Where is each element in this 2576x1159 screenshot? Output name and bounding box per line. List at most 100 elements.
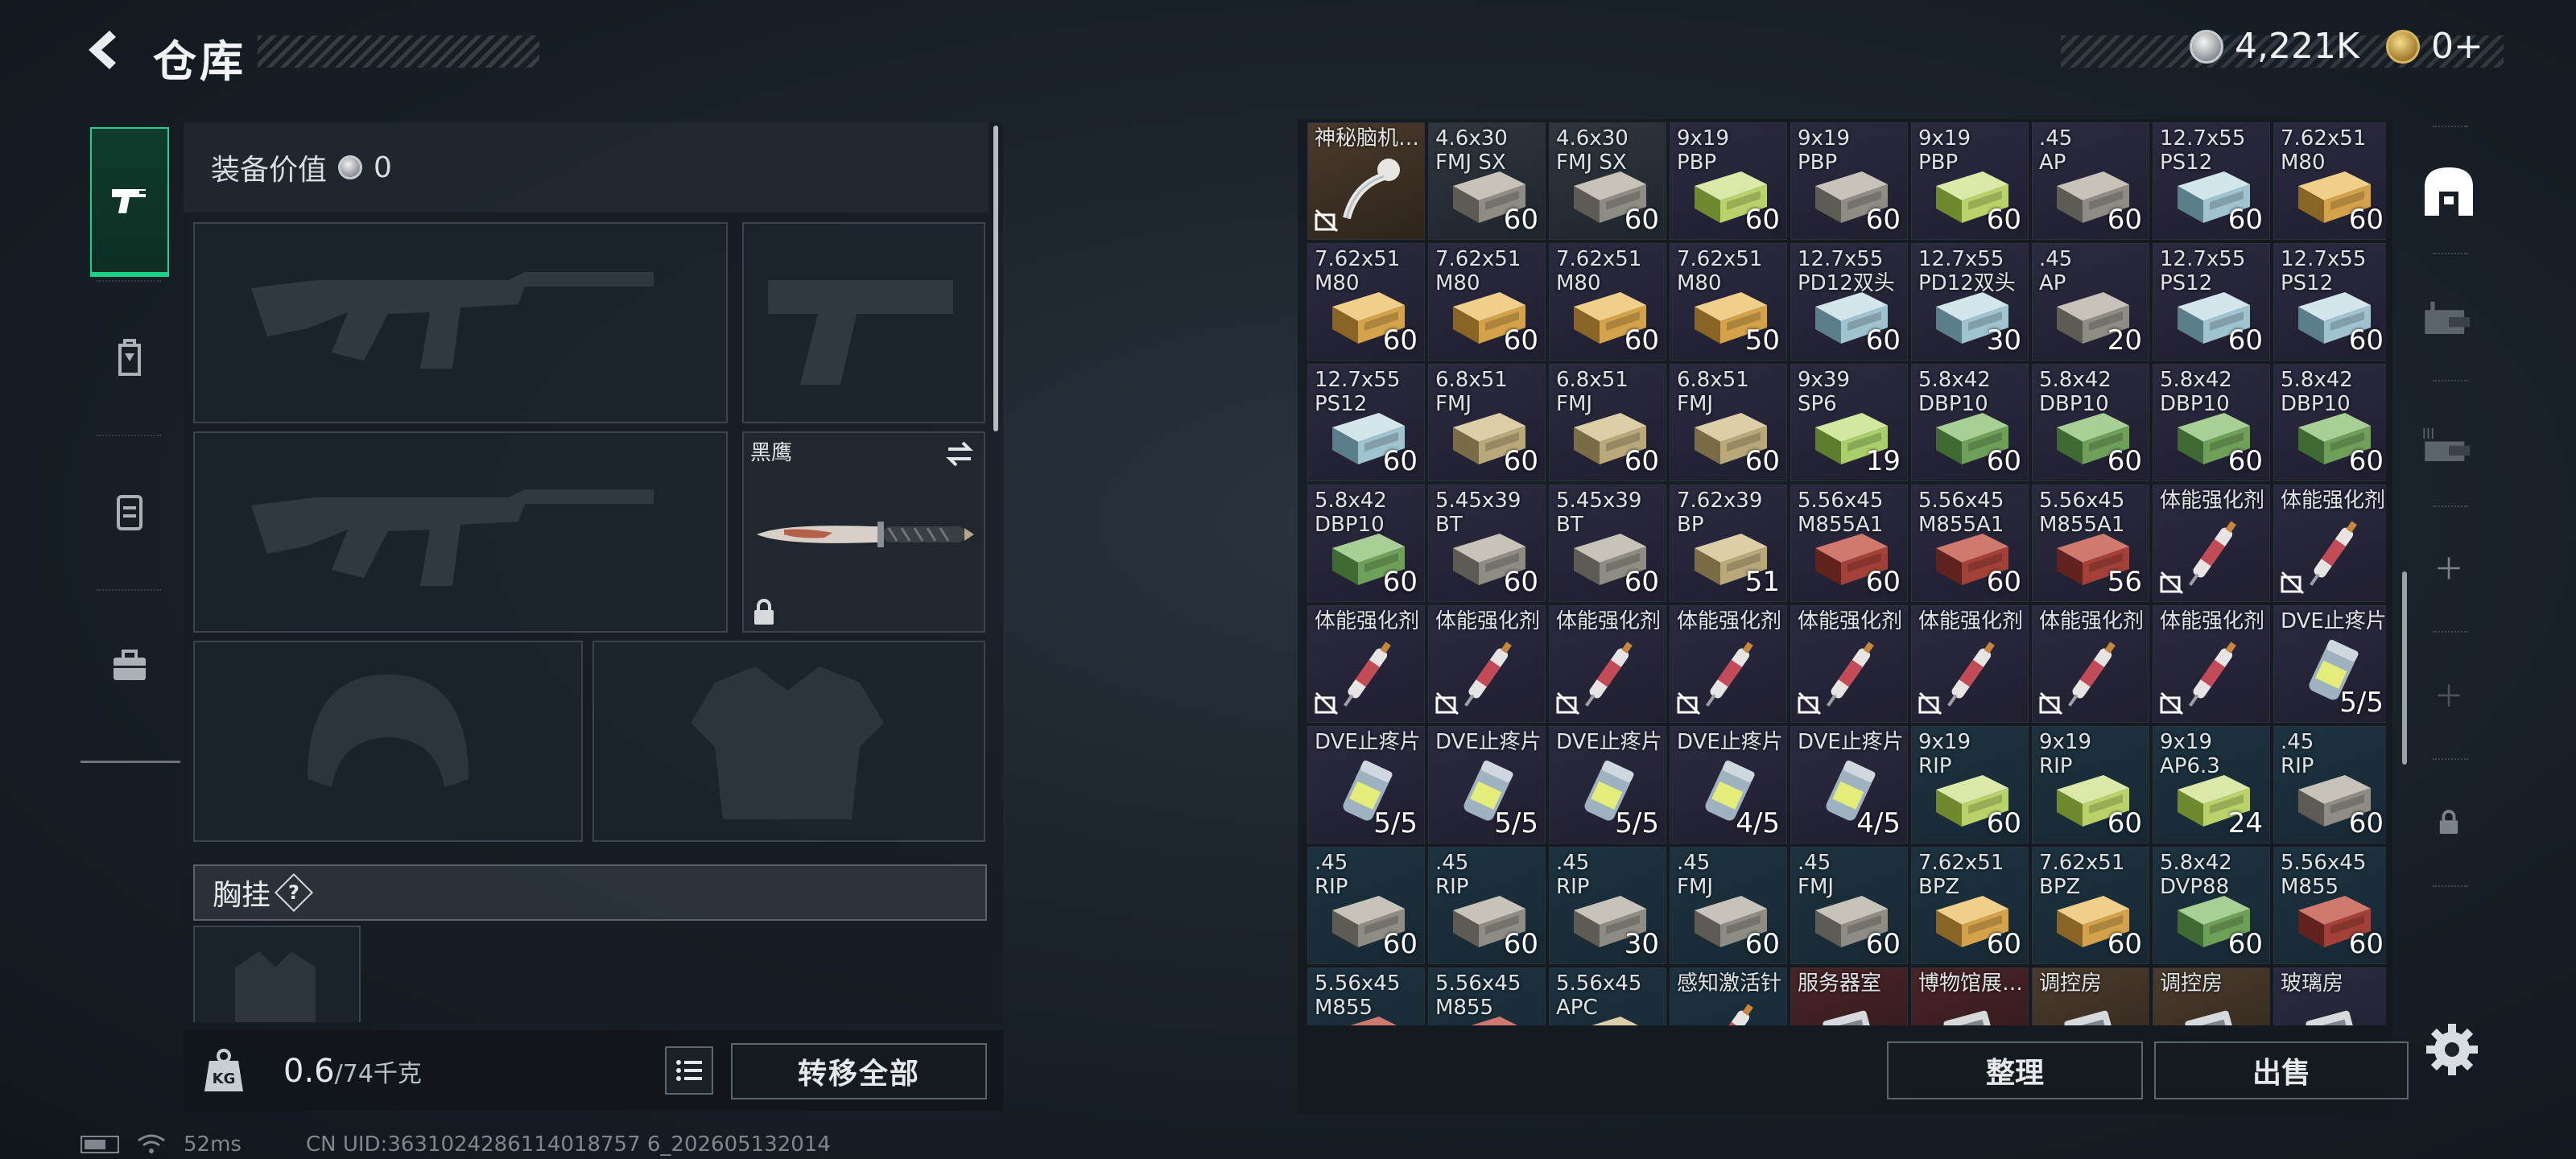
inventory-item[interactable]: 6.8x51 FMJ 60 (1670, 364, 1787, 481)
storage-page-3[interactable]: III (2409, 404, 2489, 485)
inventory-item[interactable]: DVE止疼片 5/5 (1549, 726, 1666, 843)
inventory-item[interactable]: .45 RIP 60 (2273, 726, 2386, 843)
inventory-item[interactable]: 5.8x42 DBP10 60 (1911, 364, 2029, 481)
sort-button[interactable]: 整理 (1887, 1041, 2143, 1099)
inventory-item[interactable]: 4.6x30 FMJ SX 60 (1428, 122, 1546, 240)
inventory-item[interactable]: 7.62x51 BPZ 60 (2032, 847, 2149, 964)
storage-home-tab[interactable] (2409, 151, 2489, 232)
inventory-item[interactable]: 7.62x51 M80 50 (1670, 243, 1787, 361)
inventory-item[interactable]: 7.62x51 M80 60 (2273, 122, 2386, 240)
inventory-item[interactable]: 5.56x45 M855A1 60 (1790, 485, 1908, 602)
inventory-item[interactable]: .45 FMJ 60 (1790, 847, 1908, 964)
settings-gear-icon[interactable] (2423, 1021, 2481, 1079)
inventory-item[interactable]: 体能强化剂 (2032, 605, 2149, 723)
tab-weapons[interactable] (90, 127, 169, 277)
inventory-item[interactable]: 博物馆展… (1911, 967, 2029, 1025)
inventory-item[interactable]: .45 AP 60 (2032, 122, 2149, 240)
inventory-item[interactable]: 神秘脑机… (1307, 122, 1425, 240)
inventory-item[interactable]: 7.62x51 M80 60 (1549, 243, 1666, 361)
inventory-item[interactable]: 9x19 RIP 60 (2032, 726, 2149, 843)
inventory-item[interactable]: .45 AP 20 (2032, 243, 2149, 361)
inventory-item[interactable]: 9x19 RIP 60 (1911, 726, 2029, 843)
locked-storage-page[interactable] (2409, 782, 2489, 863)
primary-weapon-slot-1[interactable] (193, 222, 728, 423)
inventory-item[interactable]: 5.8x42 DVP88 60 (2153, 847, 2270, 964)
inventory-item[interactable]: 12.7x55 PS12 60 (2273, 243, 2386, 361)
chest-rig-slot[interactable] (193, 926, 361, 1022)
tab-vest[interactable] (90, 436, 169, 586)
inventory-item[interactable]: DVE止疼片 5/5 (2273, 605, 2386, 723)
inventory-item[interactable]: 体能强化剂 (1670, 605, 1787, 723)
list-view-button[interactable] (665, 1046, 713, 1095)
inventory-item[interactable]: 9x19 PBP 60 (1911, 122, 2029, 240)
inventory-item[interactable]: 体能强化剂 (2273, 485, 2386, 602)
armor-slot[interactable] (592, 641, 985, 842)
sell-button[interactable]: 出售 (2154, 1041, 2409, 1099)
inventory-item[interactable]: 体能强化剂 (1307, 605, 1425, 723)
tab-backpack[interactable] (90, 282, 169, 431)
equipment-scrollbar[interactable] (993, 126, 998, 431)
inventory-item[interactable]: 5.56x45 M855 60 (2273, 847, 2386, 964)
help-icon[interactable]: ? (274, 872, 314, 913)
inventory-item[interactable]: DVE止疼片 5/5 (1307, 726, 1425, 843)
inventory-item[interactable]: 服务器室 (1790, 967, 1908, 1025)
helmet-slot[interactable] (193, 641, 583, 842)
pistol-slot[interactable] (742, 222, 985, 423)
inventory-item[interactable]: 5.56x45 M855A1 56 (2032, 485, 2149, 602)
inventory-item[interactable]: 12.7x55 PS12 60 (2153, 122, 2270, 240)
inventory-item[interactable]: 感知激活针 (1670, 967, 1787, 1025)
inventory-item[interactable]: 9x19 PBP 60 (1670, 122, 1787, 240)
inventory-item[interactable]: 体能强化剂 (1428, 605, 1546, 723)
inventory-item[interactable]: DVE止疼片 4/5 (1790, 726, 1908, 843)
inventory-item[interactable]: 调控房 (2032, 967, 2149, 1025)
inventory-item[interactable]: 12.7x55 PS12 60 (1307, 364, 1425, 481)
back-arrow-icon[interactable] (77, 24, 129, 76)
inventory-item[interactable]: 9x39 SP6 19 (1790, 364, 1908, 481)
swap-icon[interactable] (943, 438, 976, 470)
inventory-item[interactable]: 5.8x42 DBP10 60 (2032, 364, 2149, 481)
inventory-item[interactable]: .45 RIP 60 (1428, 847, 1546, 964)
inventory-item[interactable]: 5.8x42 DBP10 60 (2273, 364, 2386, 481)
inventory-item[interactable]: 7.62x51 M80 60 (1307, 243, 1425, 361)
inventory-item[interactable]: DVE止疼片 4/5 (1670, 726, 1787, 843)
inventory-item[interactable]: 5.56x45 M855A1 60 (1911, 485, 2029, 602)
inventory-item[interactable]: 12.7x55 PD12双头 60 (1790, 243, 1908, 361)
storage-scrollbar[interactable] (2402, 571, 2407, 765)
storage-page-2[interactable] (2409, 277, 2489, 357)
inventory-item[interactable]: 调控房 (2153, 967, 2270, 1025)
inventory-item[interactable]: 7.62x51 M80 60 (1428, 243, 1546, 361)
inventory-item[interactable]: 5.45x39 BT 60 (1428, 485, 1546, 602)
inventory-item[interactable]: .45 RIP 30 (1549, 847, 1666, 964)
primary-weapon-slot-2[interactable] (193, 431, 728, 633)
inventory-item[interactable]: 5.56x45 APC (1549, 967, 1666, 1025)
inventory-item[interactable]: 6.8x51 FMJ 60 (1549, 364, 1666, 481)
transfer-all-button[interactable]: 转移全部 (731, 1043, 987, 1099)
silver-currency[interactable]: 4,221K (2190, 26, 2359, 67)
inventory-item[interactable]: 5.8x42 DBP10 60 (2153, 364, 2270, 481)
inventory-item[interactable]: .45 FMJ 60 (1670, 847, 1787, 964)
inventory-item[interactable]: 体能强化剂 (1911, 605, 2029, 723)
inventory-item[interactable]: 9x19 PBP 60 (1790, 122, 1908, 240)
inventory-item[interactable]: 5.45x39 BT 60 (1549, 485, 1666, 602)
inventory-item[interactable]: 5.8x42 DBP10 60 (1307, 485, 1425, 602)
inventory-item[interactable]: 9x19 AP6.3 24 (2153, 726, 2270, 843)
inventory-item[interactable]: 12.7x55 PD12双头 30 (1911, 243, 2029, 361)
add-storage-page-button[interactable] (2409, 528, 2489, 608)
add-storage-page-button-2[interactable] (2409, 655, 2489, 736)
inventory-item[interactable]: 7.62x39 BP 51 (1670, 485, 1787, 602)
inventory-item[interactable]: 12.7x55 PS12 60 (2153, 243, 2270, 361)
inventory-item[interactable]: DVE止疼片 5/5 (1428, 726, 1546, 843)
inventory-item[interactable]: 7.62x51 BPZ 60 (1911, 847, 2029, 964)
inventory-item[interactable]: 体能强化剂 (1790, 605, 1908, 723)
inventory-item[interactable]: 4.6x30 FMJ SX 60 (1549, 122, 1666, 240)
inventory-item[interactable]: 体能强化剂 (1549, 605, 1666, 723)
inventory-item[interactable]: 6.8x51 FMJ 60 (1428, 364, 1546, 481)
inventory-item[interactable]: 5.56x45 M855 (1307, 967, 1425, 1025)
inventory-item[interactable]: 体能强化剂 (2153, 605, 2270, 723)
inventory-item[interactable]: .45 RIP 60 (1307, 847, 1425, 964)
melee-slot[interactable]: 黑鹰 (742, 431, 985, 633)
inventory-item[interactable]: 体能强化剂 (2153, 485, 2270, 602)
gold-currency[interactable]: 0+ (2386, 26, 2483, 67)
tab-case[interactable] (90, 591, 169, 740)
inventory-item[interactable]: 5.56x45 M855 (1428, 967, 1546, 1025)
